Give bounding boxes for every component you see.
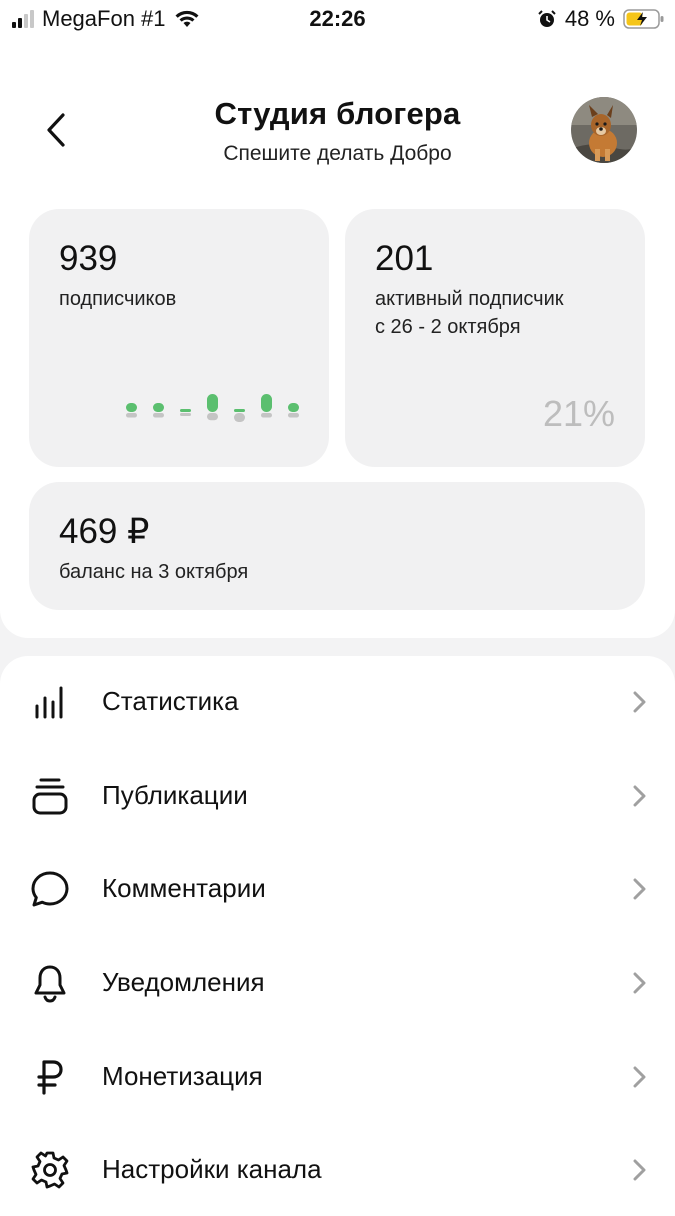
gain-bar bbox=[180, 409, 191, 412]
ruble-icon bbox=[37, 1060, 63, 1095]
avatar[interactable] bbox=[571, 97, 637, 163]
active-subscribers-label: активный подписчик с 26 - 2 октября bbox=[375, 285, 564, 341]
bar-chart-icon-wrap bbox=[30, 682, 70, 722]
menu-item-comments[interactable]: Комментарии bbox=[0, 849, 675, 929]
menu-item-publications[interactable]: Публикации bbox=[0, 756, 675, 836]
balance-card[interactable]: 469 ₽ баланс на 3 октября bbox=[29, 482, 645, 610]
loss-bar bbox=[234, 413, 245, 422]
status-bar: MegaFon #1 22:26 48 % bbox=[0, 0, 675, 40]
menu-item-statistics[interactable]: Статистика bbox=[0, 662, 675, 742]
gear-icon bbox=[31, 1151, 69, 1189]
chevron-right-icon bbox=[633, 785, 646, 807]
gain-bar bbox=[234, 409, 245, 412]
chevron-right-icon bbox=[633, 972, 646, 994]
loss-bar bbox=[126, 413, 137, 418]
bar-chart-icon bbox=[35, 686, 63, 719]
loss-bar bbox=[153, 413, 164, 418]
gain-bar bbox=[153, 403, 164, 412]
chevron-right-icon bbox=[633, 1066, 646, 1088]
loss-bar bbox=[288, 413, 299, 418]
subscribers-card[interactable]: 939 подписчиков bbox=[29, 209, 329, 467]
ruble-icon-wrap bbox=[30, 1057, 70, 1097]
top-panel: Студия блогера Спешите делать Добро 939 … bbox=[0, 40, 675, 638]
gain-bar bbox=[288, 403, 299, 412]
battery-charging-icon bbox=[623, 9, 664, 29]
subscriber-dynamics-chart bbox=[126, 394, 299, 422]
stack-icon-wrap bbox=[30, 776, 70, 816]
menu-label: Уведомления bbox=[102, 967, 265, 997]
loss-bar bbox=[180, 413, 191, 416]
chevron-right-icon bbox=[633, 691, 646, 713]
speech-bubble-icon-wrap bbox=[30, 869, 70, 909]
speech-bubble-icon bbox=[31, 871, 69, 907]
stack-icon bbox=[32, 778, 68, 815]
chevron-right-icon bbox=[633, 878, 646, 900]
balance-label: баланс на 3 октября bbox=[59, 561, 249, 583]
loss-bar bbox=[261, 413, 272, 418]
active-subscribers-count: 201 bbox=[375, 239, 434, 278]
balance-amount: 469 ₽ bbox=[59, 512, 150, 551]
avatar-dog-photo bbox=[571, 97, 637, 163]
menu-item-notifications[interactable]: Уведомления bbox=[0, 943, 675, 1023]
loss-bar bbox=[207, 413, 218, 421]
active-subscribers-label-line1: активный подписчик bbox=[375, 288, 564, 310]
menu-item-channel-settings[interactable]: Настройки канала bbox=[0, 1130, 675, 1210]
gear-icon-wrap bbox=[30, 1150, 70, 1190]
gain-bar bbox=[261, 394, 272, 412]
menu-label: Статистика bbox=[102, 686, 239, 716]
bell-icon-wrap bbox=[30, 963, 70, 1003]
active-subscribers-card[interactable]: 201 активный подписчик с 26 - 2 октября … bbox=[345, 209, 645, 467]
alarm-icon bbox=[538, 10, 556, 27]
gain-bar bbox=[207, 394, 218, 412]
battery-percent: 48 % bbox=[564, 6, 615, 31]
menu-label: Публикации bbox=[102, 780, 248, 810]
gain-bar bbox=[126, 403, 137, 412]
active-subscribers-period: с 26 - 2 октября bbox=[375, 316, 521, 338]
page-subtitle: Спешите делать Добро bbox=[223, 142, 452, 165]
bell-icon bbox=[34, 965, 66, 1003]
chevron-right-icon bbox=[633, 1159, 646, 1181]
menu-list: Статистика Публикации Комментарии Уведом… bbox=[0, 656, 675, 1216]
active-percent: 21% bbox=[542, 393, 615, 434]
menu-item-monetization[interactable]: Монетизация bbox=[0, 1037, 675, 1117]
menu-label: Настройки канала bbox=[102, 1154, 322, 1184]
menu-label: Комментарии bbox=[102, 873, 266, 903]
menu-label: Монетизация bbox=[102, 1061, 263, 1091]
